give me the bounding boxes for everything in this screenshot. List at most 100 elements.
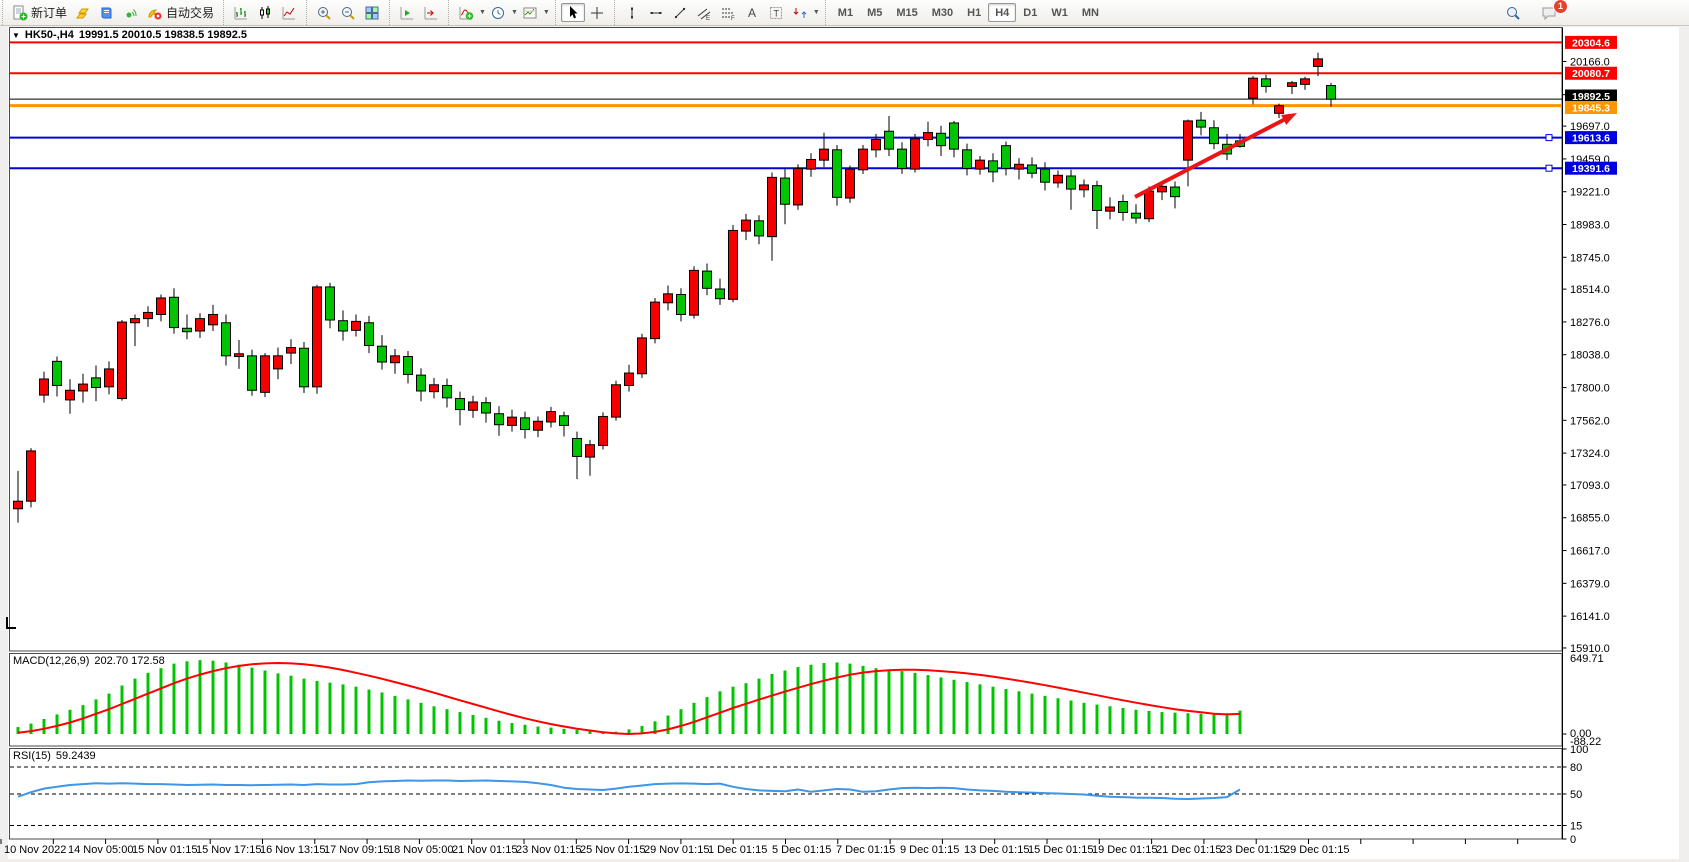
auto-scroll-button[interactable] (419, 3, 443, 22)
timeframe-mn[interactable]: MN (1075, 3, 1106, 22)
news-book-button[interactable] (95, 3, 119, 22)
zoom-in-button[interactable] (312, 3, 336, 22)
svg-text:13 Dec 01:15: 13 Dec 01:15 (964, 844, 1029, 856)
svg-text:15: 15 (1570, 821, 1582, 833)
timeframe-m5[interactable]: M5 (860, 3, 889, 22)
mt4-window: 新订单自动交易▼▼▼EFAT▼M1M5M15M30H1H4D1W1MN1 201… (0, 0, 1689, 862)
textA-icon: A (744, 5, 760, 21)
zoomout-icon (340, 5, 356, 21)
collapse-arrow-icon[interactable]: ▼ (12, 31, 20, 40)
signal-icon (123, 5, 139, 21)
timeframe-h4[interactable]: H4 (988, 3, 1016, 22)
svg-text:A: A (748, 6, 756, 20)
gold-button[interactable] (71, 3, 95, 22)
arrows-button[interactable] (788, 3, 812, 22)
svg-text:0: 0 (1570, 834, 1576, 846)
symbol-period-label: HK50-,H4 (25, 29, 74, 41)
zoom-out-button[interactable] (336, 3, 360, 22)
timeframe-h1-label: H1 (967, 7, 981, 19)
signals-button[interactable] (119, 3, 143, 22)
toolbar-group: 新订单 自动交易 (2, 0, 221, 25)
chat-button[interactable]: 1 (1537, 3, 1561, 22)
svg-text:18276.0: 18276.0 (1570, 317, 1610, 329)
svg-text:80: 80 (1570, 762, 1582, 774)
book-icon (99, 5, 115, 21)
svg-text:15 Nov 01:15: 15 Nov 01:15 (132, 844, 197, 856)
candles-chart-button[interactable] (253, 3, 277, 22)
horizontal-line-button[interactable] (644, 3, 668, 22)
svg-text:17 Nov 09:15: 17 Nov 09:15 (324, 844, 389, 856)
timeframe-m1[interactable]: M1 (831, 3, 860, 22)
dropdown-caret-icon[interactable]: ▼ (511, 9, 518, 16)
macd-values: 202.70 172.58 (94, 655, 164, 667)
svg-text:29 Nov 01:15: 29 Nov 01:15 (644, 844, 709, 856)
svg-text:50: 50 (1570, 789, 1582, 801)
dropdown-caret-icon[interactable]: ▼ (813, 9, 820, 16)
ohlc-readout: 19991.5 20010.5 19838.5 19892.5 (79, 29, 247, 41)
auto-trading-button-label: 自动交易 (166, 4, 214, 21)
scrollend-icon (423, 5, 439, 21)
timeframe-d1-label: D1 (1023, 7, 1037, 19)
labelT-icon: T (768, 5, 784, 21)
rsi-name: RSI(15) (13, 750, 51, 762)
chart-canvas[interactable]: 20166.019925.019697.019459.019221.018983… (0, 26, 1689, 862)
timeframe-m5-label: M5 (867, 7, 882, 19)
svg-text:29 Dec 01:15: 29 Dec 01:15 (1284, 844, 1349, 856)
periods-button[interactable] (486, 3, 510, 22)
timeframe-m1-label: M1 (838, 7, 853, 19)
svg-text:23 Nov 01:15: 23 Nov 01:15 (516, 844, 581, 856)
svg-text:17093.0: 17093.0 (1570, 480, 1610, 492)
vertical-line-button[interactable] (620, 3, 644, 22)
svg-text:16379.0: 16379.0 (1570, 578, 1610, 590)
toolbar-group: ▼ ▼ ▼ (448, 0, 553, 25)
timeframe-m15[interactable]: M15 (889, 3, 924, 22)
linechart-icon (281, 5, 297, 21)
templates-button[interactable] (518, 3, 542, 22)
svg-text:16617.0: 16617.0 (1570, 546, 1610, 558)
cursor-button[interactable] (561, 3, 585, 22)
svg-text:9 Dec 01:15: 9 Dec 01:15 (900, 844, 959, 856)
svg-text:18 Nov 05:00: 18 Nov 05:00 (388, 844, 453, 856)
new-order-button[interactable]: 新订单 (8, 3, 71, 22)
fibonacci-button[interactable]: F (716, 3, 740, 22)
svg-text:19 Dec 01:15: 19 Dec 01:15 (1092, 844, 1157, 856)
svg-text:18983.0: 18983.0 (1570, 220, 1610, 232)
neworder-icon (12, 5, 28, 21)
timeframe-h1[interactable]: H1 (960, 3, 988, 22)
svg-text:649.71: 649.71 (1570, 653, 1604, 665)
dropdown-caret-icon[interactable]: ▼ (543, 9, 550, 16)
autotrade-icon (147, 5, 163, 21)
notification-badge: 1 (1553, 0, 1568, 14)
trendline-icon (672, 5, 688, 21)
auto-trading-button[interactable]: 自动交易 (143, 3, 218, 22)
line-chart-button[interactable] (277, 3, 301, 22)
chart-area: 20166.019925.019697.019459.019221.018983… (0, 26, 1689, 862)
timeframe-d1[interactable]: D1 (1016, 3, 1044, 22)
text-button[interactable]: A (740, 3, 764, 22)
search-button[interactable] (1501, 3, 1525, 22)
toolbar-group (555, 0, 612, 25)
svg-text:E: E (706, 16, 710, 21)
bars-chart-button[interactable] (229, 3, 253, 22)
indicators-icon (458, 5, 474, 21)
chart-shift-button[interactable] (395, 3, 419, 22)
toolbar-right: 1 (1501, 3, 1561, 22)
timeframe-w1[interactable]: W1 (1044, 3, 1075, 22)
crosshair-icon (589, 5, 605, 21)
svg-text:19613.6: 19613.6 (1572, 133, 1610, 145)
timeframe-w1-label: W1 (1051, 7, 1068, 19)
indicators-button[interactable] (454, 3, 478, 22)
timeframe-m30[interactable]: M30 (925, 3, 960, 22)
text-label-button[interactable]: T (764, 3, 788, 22)
gold-icon (75, 5, 91, 21)
svg-text:17800.0: 17800.0 (1570, 383, 1610, 395)
dropdown-caret-icon[interactable]: ▼ (479, 9, 486, 16)
tile-windows-button[interactable] (360, 3, 384, 22)
trendline-button[interactable] (668, 3, 692, 22)
svg-text:19221.0: 19221.0 (1570, 187, 1610, 199)
equidistant-channel-button[interactable]: E (692, 3, 716, 22)
toolbar-group (306, 0, 387, 25)
crosshair-button[interactable] (585, 3, 609, 22)
toolbar-group (223, 0, 304, 25)
toolbar: 新订单 自动交易 ▼ ▼ ▼ E FAT ▼ M1 M5 M15M30 H1 H4 D1 W1 MN 1 (0, 0, 1689, 26)
